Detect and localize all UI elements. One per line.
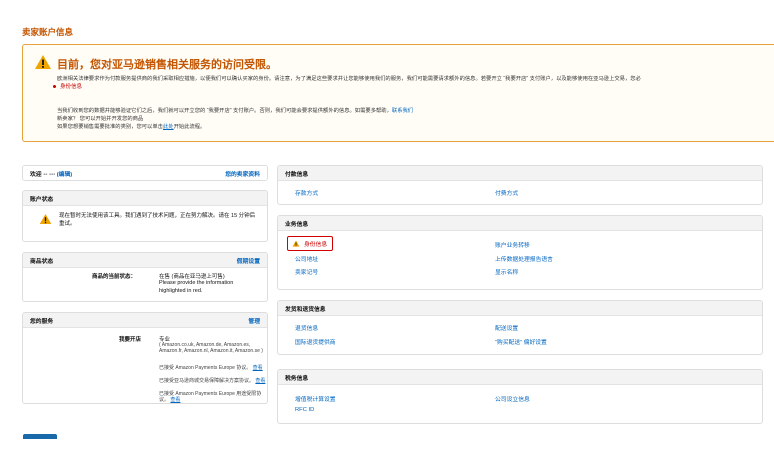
- shipping-info-header: 发货和退货信息: [278, 301, 762, 316]
- welcome-prefix: 欢迎: [30, 172, 42, 178]
- listing-status-title: 商品状态: [30, 258, 54, 265]
- tax-info-header: 税务信息: [278, 370, 762, 385]
- company-address-link[interactable]: 公司地址: [295, 254, 318, 263]
- vacation-settings-link[interactable]: 假期设置: [237, 256, 260, 265]
- return-info-link[interactable]: 退货信息: [295, 323, 318, 332]
- seller-name: ▪▪ ▪▪▪: [43, 172, 56, 178]
- account-status-header: 账户状态: [23, 191, 267, 206]
- contact-us-link[interactable]: 联系我们: [392, 108, 413, 114]
- listing-status-label: 商品的当前状态：: [92, 274, 137, 280]
- charge-method-link[interactable]: 付费方式: [495, 188, 518, 197]
- business-info-title: 业务信息: [285, 221, 309, 228]
- listing-status-note-2: highlighted in red.: [159, 288, 203, 294]
- buy-shipping-link[interactable]: “购买配送” 偏好设置: [495, 337, 547, 346]
- payment-info-header: 付款信息: [278, 166, 762, 181]
- display-name-link[interactable]: 显示名称: [495, 267, 518, 276]
- tax-info-section: 税务信息 增值税计算设置 公司设立信息 RFC ID: [277, 369, 763, 424]
- warning-icon: [35, 55, 51, 69]
- upload-language-link[interactable]: 上传数据处理报告语言: [495, 254, 553, 263]
- payment-info-title: 付款信息: [285, 171, 309, 178]
- intl-returns-link[interactable]: 国际退货提供商: [295, 337, 336, 346]
- seller-token-link[interactable]: 卖家记号: [295, 267, 318, 276]
- alert-paragraph-2: 新卖家？ 您可以开始并开发您的商品: [57, 116, 144, 122]
- agreement-1-view-link[interactable]: 查看: [253, 365, 263, 371]
- services-marketplaces: ( Amazon.co.uk, Amazon.de, Amazon.es, Am…: [159, 342, 263, 355]
- welcome-text: 欢迎 ▪▪ ▪▪▪ (编辑): [30, 169, 72, 178]
- warning-icon: [39, 213, 52, 225]
- identity-info-label: 身份信息: [304, 242, 328, 248]
- agreement-3-view-link[interactable]: 查看: [170, 397, 180, 403]
- alert-p3-tail: 开始此流程。: [173, 124, 206, 130]
- listing-status-header: 商品状态 假期设置: [23, 253, 267, 268]
- tax-info-title: 税务信息: [285, 375, 309, 382]
- listing-status-note-1: Please provide the information: [159, 280, 234, 286]
- account-status-box: 账户状态 现在暂时无法使用该工具。我们遇到了技术问题，正在努力解决。请在 15 …: [22, 190, 268, 242]
- account-transfer-link[interactable]: 账户业务转移: [495, 240, 530, 249]
- agreement-1-text: 已接受 Amazon Payments Europe 协议。: [159, 365, 252, 371]
- services-title: 您的服务: [30, 318, 54, 325]
- bullet-dot: [53, 85, 56, 89]
- alert-description: 欧洲相关法律要求作为付款服务提供商的我们采取相应措施，以便我们可以确认买家的身份…: [57, 76, 641, 82]
- page-title: 卖家账户信息: [22, 27, 74, 37]
- company-info-link[interactable]: 公司设立信息: [495, 394, 530, 403]
- approval-here-link[interactable]: 此处: [163, 124, 174, 130]
- account-status-title: 账户状态: [30, 196, 54, 203]
- welcome-box: 欢迎 ▪▪ ▪▪▪ (编辑) 您的卖家资料: [22, 165, 268, 181]
- services-header: 您的服务 管理: [23, 313, 267, 328]
- alert-bullet-label: 身份信息: [60, 84, 83, 90]
- payment-info-section: 付款信息 存款方式 付费方式: [277, 165, 763, 205]
- listing-status-box: 商品状态 假期设置 商品的当前状态： 在售 (商品在亚马逊上可售) Please …: [22, 252, 268, 302]
- shipping-info-title: 发货和退货信息: [285, 306, 326, 313]
- restricted-access-alert: 目前，您对亚马逊销售相关服务的访问受限。 欧洲相关法律要求作为付款服务提供商的我…: [22, 44, 774, 142]
- identity-info-link[interactable]: 身份信息: [287, 236, 334, 251]
- agreement-line-2: 已接受亚马逊商城交易保障解决方案协议。 查看: [159, 378, 267, 384]
- alert-paragraph-3: 如果您想要销售需要批准的类别，您可以单击此处开始此流程。: [57, 122, 205, 130]
- bottom-action-button[interactable]: [23, 434, 57, 439]
- vat-settings-link[interactable]: 增值税计算设置: [295, 394, 336, 403]
- manage-services-link[interactable]: 管理: [248, 316, 260, 325]
- shipping-info-section: 发货和退货信息 退货信息 配送设置 国际退货提供商 “购买配送” 偏好设置: [277, 300, 763, 355]
- welcome-header: 欢迎 ▪▪ ▪▪▪ (编辑) 您的卖家资料: [23, 166, 267, 180]
- services-box: 您的服务 管理 我要开店 专业 ( Amazon.co.uk, Amazon.de…: [22, 312, 268, 404]
- account-status-message: 现在暂时无法使用该工具。我们遇到了技术问题，正在努力解决。请在 15 分钟后重试…: [59, 213, 256, 227]
- business-info-section: 业务信息 身份信息 账户业务转移 公司地址 上传数据处理报告语言 卖家记号 显示…: [277, 215, 763, 290]
- listing-status-value: 在售 (商品在亚马逊上可售): [159, 274, 225, 280]
- warning-icon: [292, 240, 300, 247]
- alert-title: 目前，您对亚马逊销售相关服务的访问受限。: [57, 59, 277, 71]
- alert-bullet-identity[interactable]: 身份信息: [53, 82, 82, 90]
- rfc-id-link[interactable]: RFC ID: [295, 407, 314, 413]
- seller-profile-link[interactable]: 您的卖家资料: [225, 169, 260, 178]
- alert-paragraph-1: 当我们收到您的数据并能够验证它们之后，我们就可以开立您的 “我要开店” 支付账户…: [57, 106, 413, 114]
- edit-name-link[interactable]: (编辑): [57, 172, 72, 178]
- shipping-settings-link[interactable]: 配送设置: [495, 323, 518, 332]
- agreement-line-3: 已接受 Amazon Payments Europe 用途受限协议。 查看: [159, 391, 267, 403]
- agreement-2-text: 已接受亚马逊商城交易保障解决方案协议。: [159, 378, 255, 384]
- services-label: 我要开店: [119, 337, 142, 343]
- deposit-method-link[interactable]: 存款方式: [295, 188, 318, 197]
- alert-p3-text: 如果您想要销售需要批准的类别，您可以单击: [57, 124, 163, 130]
- business-info-header: 业务信息: [278, 216, 762, 231]
- agreement-2-view-link[interactable]: 查看: [255, 378, 265, 384]
- agreement-line-1: 已接受 Amazon Payments Europe 协议。 查看: [159, 365, 267, 371]
